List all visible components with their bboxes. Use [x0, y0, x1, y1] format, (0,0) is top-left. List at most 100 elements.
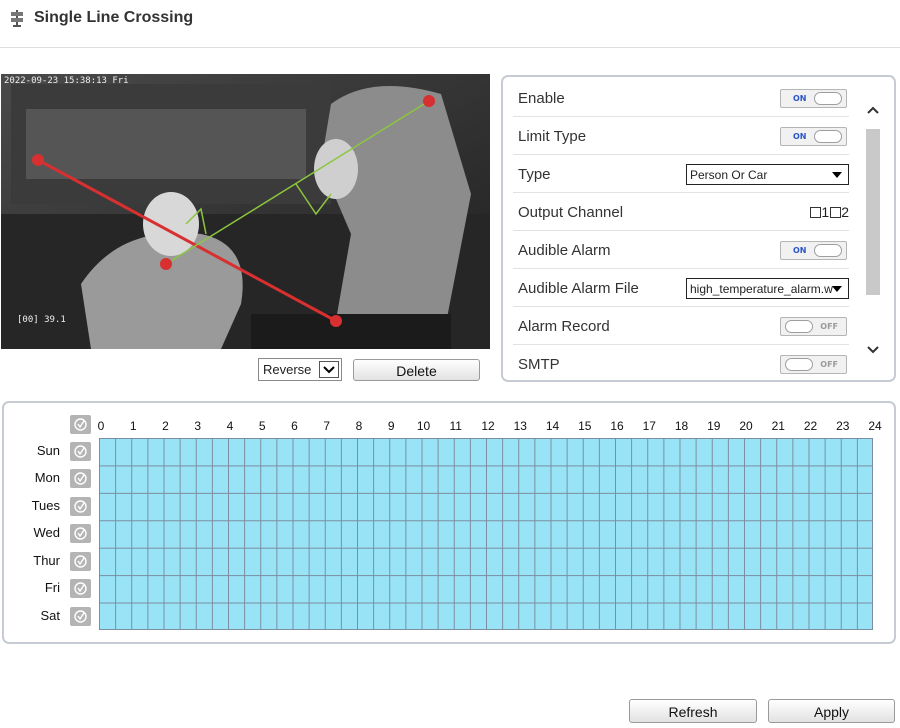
- audible-alarm-file-label: Audible Alarm File: [518, 280, 639, 297]
- hour-label: 16: [610, 419, 624, 433]
- direction-select-value: Reverse: [263, 362, 312, 377]
- delete-button[interactable]: Delete: [353, 359, 480, 381]
- hour-label: 2: [162, 419, 169, 433]
- toggle-state: ON: [793, 246, 807, 255]
- smtp-label: SMTP: [518, 356, 560, 373]
- audible-alarm-toggle[interactable]: ON: [780, 241, 847, 260]
- reset-icon: [74, 445, 87, 458]
- smtp-toggle[interactable]: OFF: [780, 355, 847, 374]
- toggle-knob: [814, 130, 842, 143]
- hour-label: 14: [545, 419, 560, 433]
- refresh-button[interactable]: Refresh: [629, 699, 757, 723]
- enable-label: Enable: [518, 90, 565, 107]
- enable-toggle[interactable]: ON: [780, 89, 847, 108]
- reset-icon: [74, 555, 87, 568]
- chevron-down-icon[interactable]: [864, 341, 882, 359]
- hour-label: 19: [707, 419, 721, 433]
- hour-label: 15: [578, 419, 592, 433]
- hour-label: 3: [194, 419, 202, 433]
- alarm-record-toggle[interactable]: OFF: [780, 317, 847, 336]
- day-label: Sun: [36, 443, 60, 458]
- video-frame: [1, 74, 490, 349]
- day-select-all-button[interactable]: [70, 524, 91, 544]
- toggle-state: OFF: [820, 322, 838, 331]
- page-title: Single Line Crossing: [34, 9, 194, 26]
- toggle-state: OFF: [820, 360, 838, 369]
- settings-panel: Enable ON Limit Type ON Type Person Or C…: [501, 75, 896, 382]
- output-channel-label: Output Channel: [518, 204, 624, 221]
- hour-label: 22: [803, 419, 818, 433]
- reset-icon: [74, 527, 87, 540]
- type-select-value: Person Or Car: [690, 168, 768, 182]
- toggle-knob: [814, 244, 842, 257]
- caret-down-icon: [832, 172, 842, 178]
- toggle-knob: [785, 320, 813, 333]
- alarm-record-label: Alarm Record: [518, 318, 610, 335]
- day-select-all-button[interactable]: [70, 496, 91, 516]
- toggle-knob: [814, 92, 842, 105]
- reset-icon: [74, 500, 87, 513]
- hour-label: 20: [739, 419, 753, 433]
- direction-arrow-endpoint: [423, 95, 435, 107]
- hour-label: 7: [323, 419, 331, 433]
- day-label: Wed: [33, 525, 61, 541]
- schedule-grid[interactable]: [99, 438, 873, 630]
- caret-down-icon: [832, 286, 842, 292]
- audible-alarm-label: Audible Alarm: [518, 242, 611, 259]
- toggle-state: ON: [793, 132, 807, 141]
- channel-2-checkbox[interactable]: [830, 207, 842, 218]
- chevron-up-icon[interactable]: [864, 101, 882, 119]
- setting-row-audible-alarm: Audible Alarm ON: [513, 231, 849, 269]
- day-select-all-button[interactable]: [70, 606, 91, 626]
- output-channel-options: 12: [809, 204, 849, 220]
- reset-icon: [74, 609, 87, 623]
- hour-label: 12: [481, 419, 495, 433]
- setting-row-type: Type Person Or Car: [513, 155, 849, 193]
- day-label: Sat: [40, 607, 60, 623]
- day-select-all-button[interactable]: [70, 442, 91, 461]
- select-all-schedule-button[interactable]: [70, 415, 91, 434]
- setting-row-smtp: SMTP OFF: [513, 345, 849, 380]
- setting-row-alarm-record: Alarm Record OFF: [513, 307, 849, 345]
- toggle-state: ON: [793, 94, 807, 103]
- video-preview[interactable]: 2022-09-23 15:38:13 Fri [00] 39.1: [1, 74, 490, 349]
- day-label: Thur: [33, 552, 60, 568]
- rule-line-endpoint: [32, 154, 44, 166]
- channel-2-label: 2: [841, 204, 849, 220]
- setting-row-audible-alarm-file: Audible Alarm File high_temperature_alar…: [513, 269, 849, 307]
- hour-label: 0: [97, 419, 105, 433]
- setting-row-enable: Enable ON: [513, 79, 849, 117]
- type-select[interactable]: Person Or Car: [686, 164, 849, 185]
- hour-label: 10: [416, 419, 431, 433]
- hour-label: 1: [129, 419, 137, 433]
- day-select-all-button[interactable]: [70, 551, 91, 571]
- title-bar: Single Line Crossing: [0, 0, 900, 48]
- direction-select[interactable]: Reverse: [258, 358, 342, 381]
- scrollbar-thumb[interactable]: [866, 129, 880, 295]
- hour-label: 17: [642, 419, 656, 433]
- hour-label: 11: [449, 419, 462, 433]
- audible-alarm-file-value: high_temperature_alarm.wav: [690, 282, 846, 296]
- hour-label: 13: [513, 419, 527, 433]
- day-label: Tues: [31, 497, 60, 513]
- audible-alarm-file-select[interactable]: high_temperature_alarm.wav: [686, 278, 849, 299]
- apply-button[interactable]: Apply: [768, 699, 895, 723]
- hour-label: 21: [771, 419, 785, 433]
- hour-label: 6: [291, 419, 298, 433]
- day-select-all-button[interactable]: [70, 469, 91, 489]
- rule-line-endpoint: [330, 315, 342, 327]
- channel-1-label: 1: [821, 204, 830, 220]
- channel-1-checkbox[interactable]: [810, 207, 822, 218]
- hour-label: 24: [868, 419, 882, 433]
- setting-row-limit-type: Limit Type ON: [513, 117, 849, 155]
- toggle-knob: [785, 358, 813, 371]
- limit-type-toggle[interactable]: ON: [780, 127, 847, 146]
- settings-scrollbar[interactable]: [864, 85, 882, 377]
- reset-icon: [74, 418, 87, 431]
- hour-label: 4: [226, 419, 234, 433]
- setting-row-output-channel: Output Channel 12: [513, 193, 849, 231]
- rule-signpost-icon: [11, 10, 23, 27]
- day-select-all-button[interactable]: [70, 579, 91, 599]
- chevron-down-icon[interactable]: [319, 361, 339, 378]
- type-label: Type: [518, 166, 551, 183]
